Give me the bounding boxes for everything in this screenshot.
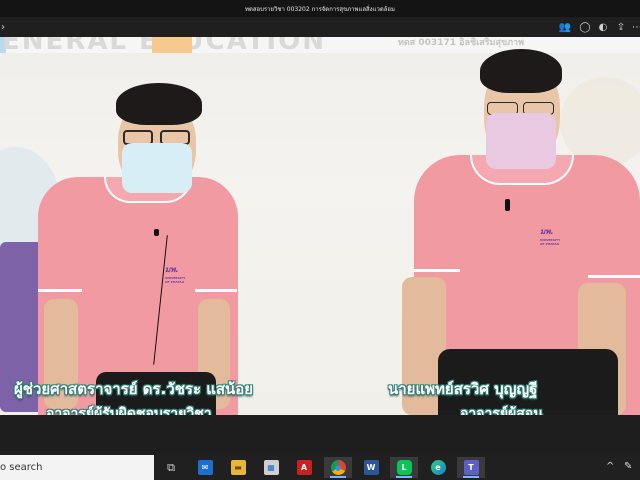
file-explorer-button[interactable]: ▬ <box>224 457 252 478</box>
logo-text: มพ. <box>165 265 179 274</box>
hair <box>480 49 562 93</box>
chrome-app-button[interactable]: ● <box>324 457 352 478</box>
chrome-icon: ● <box>330 460 346 475</box>
windows-taskbar: o search ⧉ ✉ ▬ ▦ A ● W L e T ^ ✎ <box>0 455 640 480</box>
acrobat-icon: A <box>296 460 312 475</box>
store-app-button[interactable]: ▦ <box>257 457 285 478</box>
share-icon[interactable]: ⇪ <box>614 20 628 34</box>
task-view-button[interactable]: ⧉ <box>157 457 185 478</box>
caption-left-name: ผู้ช่วยศาสตราจารย์ ดร.วัชระ แสน้อย <box>14 380 254 398</box>
face-mask <box>486 113 556 169</box>
university-logo: มพ. UNIVERSITY OF PHAYAO <box>540 225 560 246</box>
word-app-button[interactable]: W <box>357 457 385 478</box>
video-stage: ENERAL EDUCATION ทดส 003171 อิลชิเสริมสุ… <box>0 37 640 415</box>
word-icon: W <box>363 460 379 475</box>
caption-left-role: อาจารย์ผู้รับผิดชอบรายวิชา <box>46 406 212 415</box>
more-icon[interactable]: ⋯ <box>630 20 640 34</box>
teams-icon: T <box>463 460 479 475</box>
line-app-button[interactable]: L <box>390 457 418 478</box>
search-text: o search <box>0 462 43 473</box>
mail-app-button[interactable]: ✉ <box>191 457 219 478</box>
caption-right-name: นายแพทย์สรวิศ บุญญฐี <box>388 380 538 398</box>
teams-app-button[interactable]: T <box>457 457 485 478</box>
logo-text: มพ. <box>540 227 554 236</box>
toolbar-edge-icon: › <box>1 21 5 33</box>
lapel-mic <box>154 229 159 236</box>
background-banner: ENERAL EDUCATION ทดส 003171 อิลชิเสริมสุ… <box>0 37 640 53</box>
meeting-lower-bar <box>0 415 640 455</box>
tray-expand-icon[interactable]: ^ <box>606 461 614 472</box>
task-view-icon: ⧉ <box>167 460 175 474</box>
mail-icon: ✉ <box>197 460 213 475</box>
acrobat-app-button[interactable]: A <box>290 457 318 478</box>
sleeve-stripe <box>195 289 237 292</box>
background-blob <box>560 77 640 167</box>
people-icon[interactable]: 👥 <box>558 20 572 34</box>
folder-icon: ▬ <box>230 460 246 475</box>
edge-app-button[interactable]: e <box>424 457 452 478</box>
window-title: ทดสอบรายวิชา 003202 การจัดการสุขภาพแลสิ่… <box>245 5 395 13</box>
hair <box>116 83 202 125</box>
reactions-icon[interactable]: ◐ <box>596 20 610 34</box>
sleeve-stripe <box>38 289 82 292</box>
face-mask <box>122 143 192 193</box>
lapel-mic <box>505 199 510 211</box>
pen-icon[interactable]: ✎ <box>624 461 632 472</box>
university-logo: มพ. UNIVERSITY OF PHAYAO <box>165 263 185 284</box>
taskbar-search-box[interactable]: o search <box>0 455 154 480</box>
chat-icon[interactable]: ◯ <box>578 20 592 34</box>
logo-subtext: UNIVERSITY OF PHAYAO <box>165 276 186 284</box>
edge-icon: e <box>430 460 446 475</box>
banner-right-text: ทดส 003171 อิลชิเสริมสุขภาพ <box>398 38 525 48</box>
window-title-bar: ทดสอบรายวิชา 003202 การจัดการสุขภาพแลสิ่… <box>0 0 640 17</box>
store-icon: ▦ <box>263 460 279 475</box>
meeting-toolbar: › 👥 ◯ ◐ ⇪ ⋯ <box>0 17 640 37</box>
sleeve-stripe <box>414 269 460 272</box>
caption-right-role: อาจารย์ผู้สอน <box>460 406 543 415</box>
line-icon: L <box>396 460 412 475</box>
banner-color-block <box>152 37 192 53</box>
sleeve-stripe <box>588 275 640 278</box>
logo-subtext: UNIVERSITY OF PHAYAO <box>540 238 561 246</box>
